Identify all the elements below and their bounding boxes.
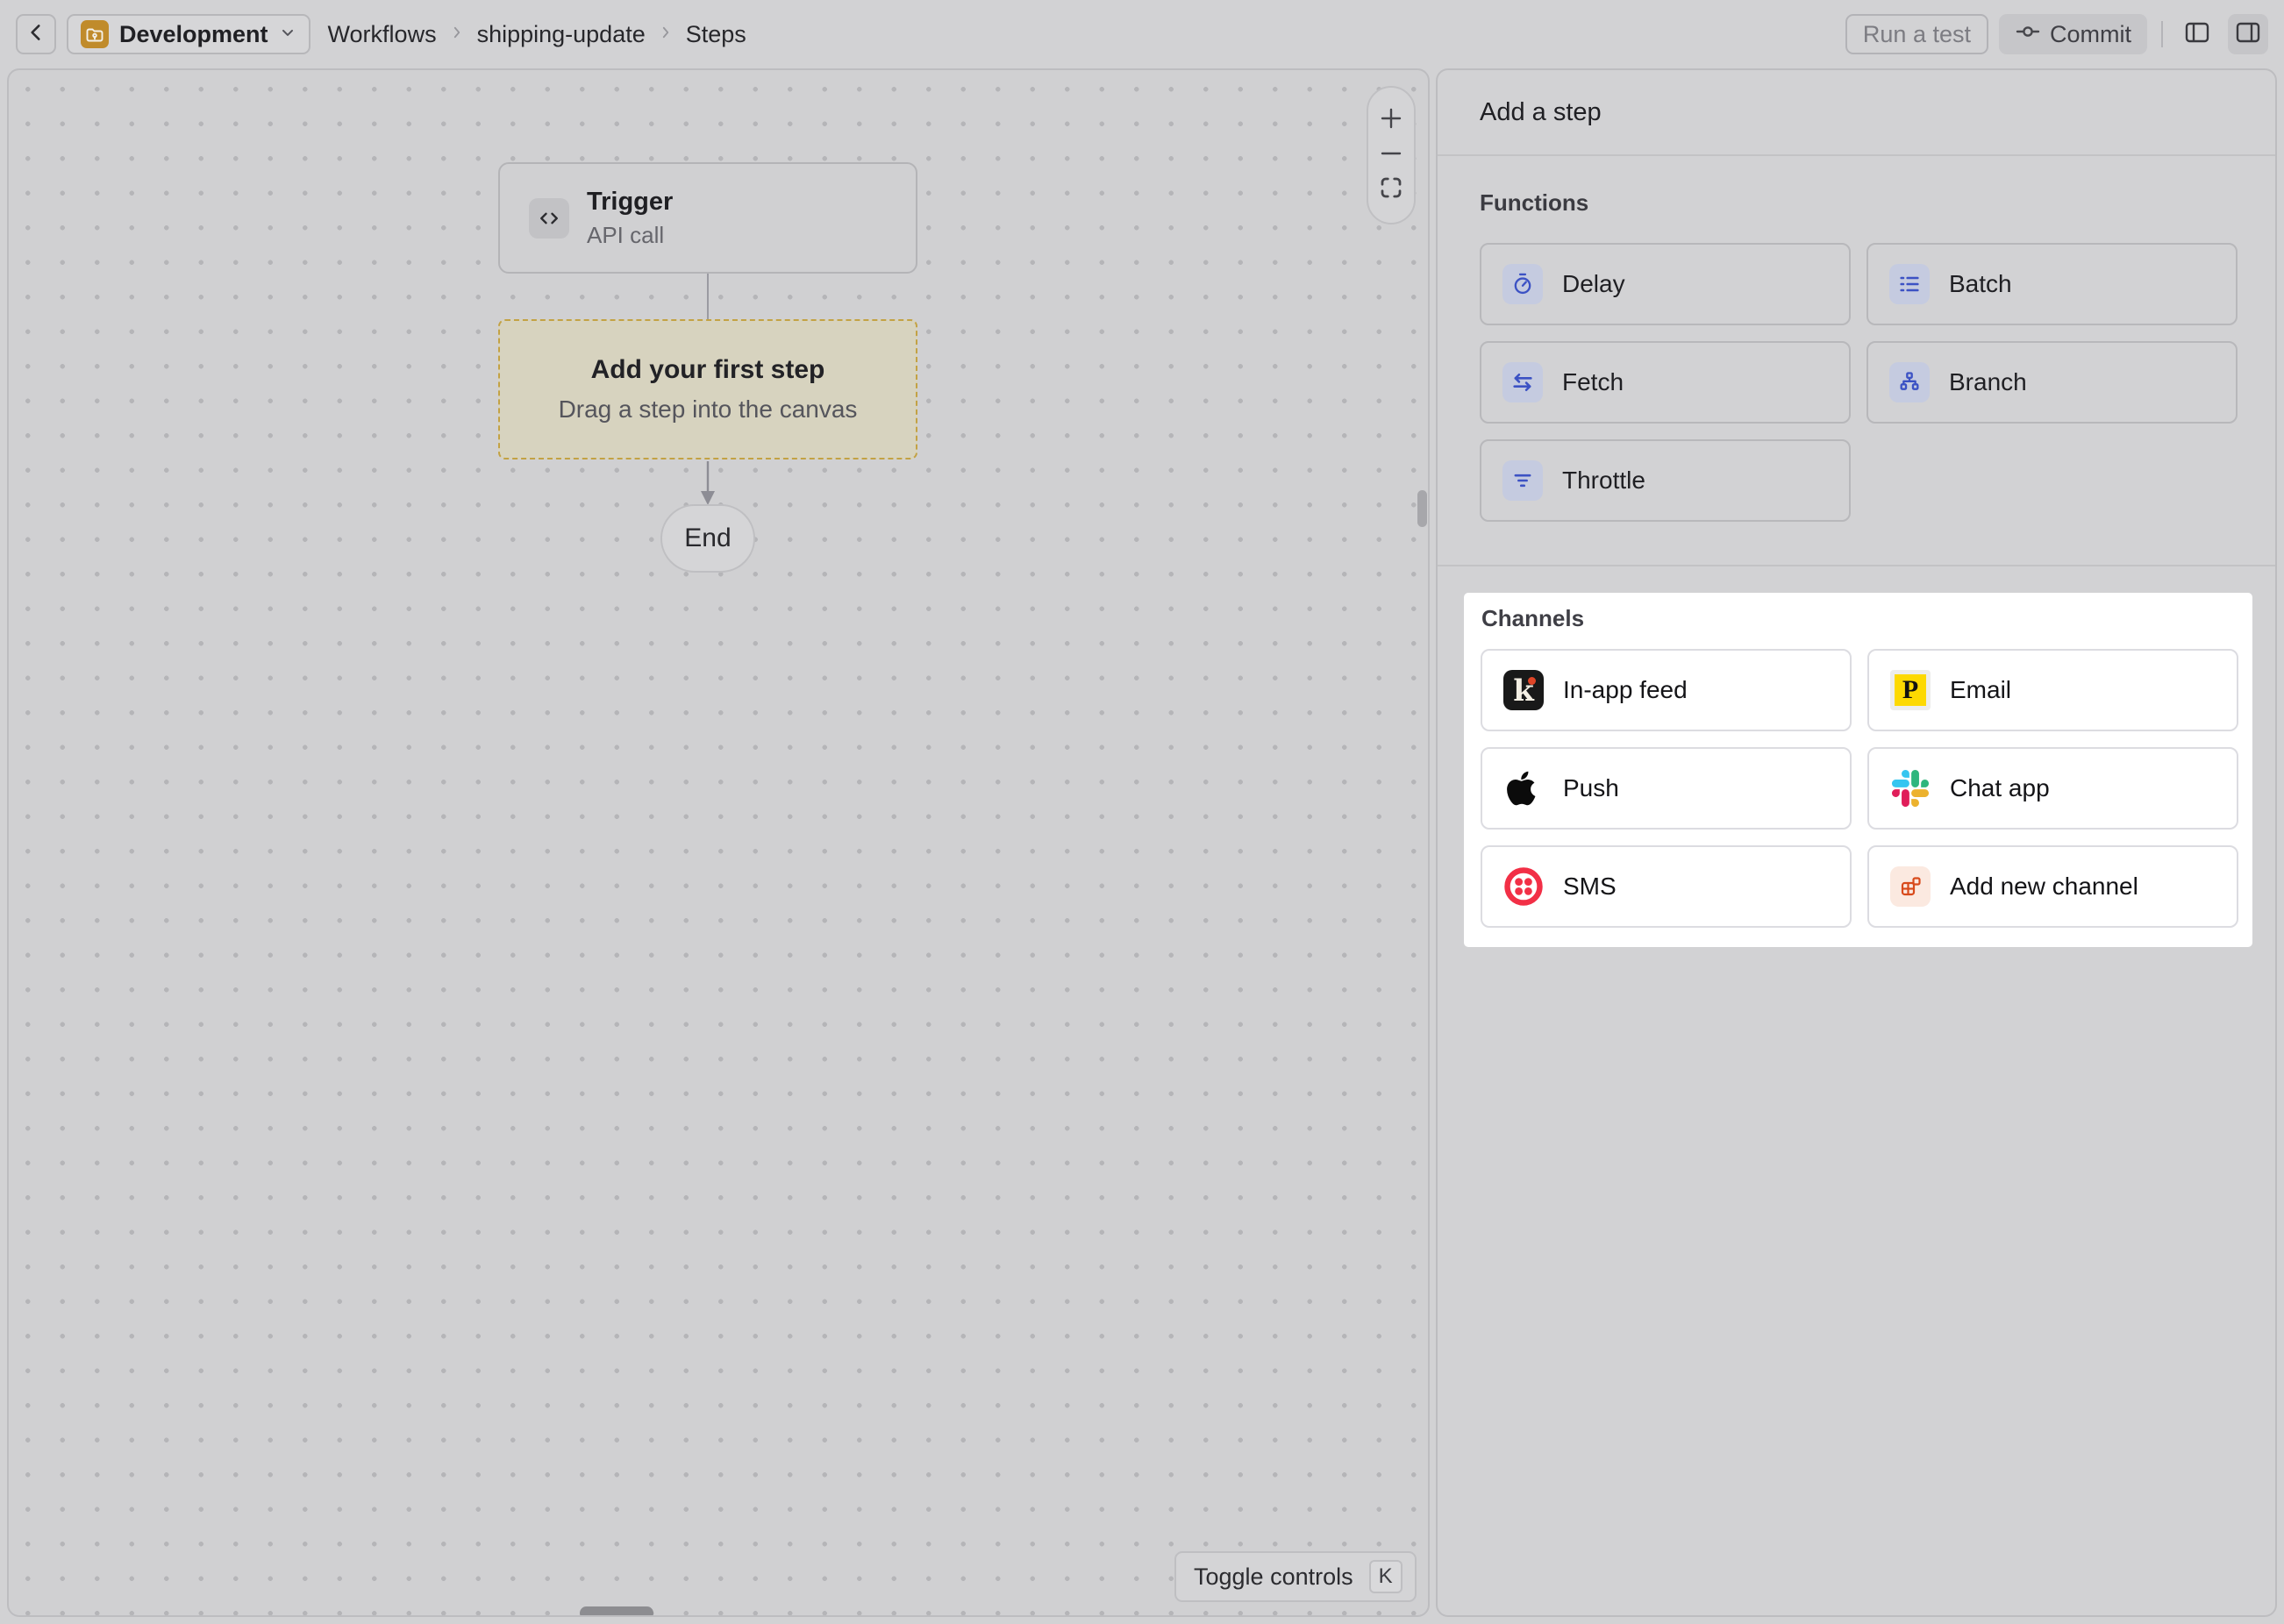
- run-a-test-label: Run a test: [1863, 21, 1971, 48]
- keyboard-shortcut-badge: K: [1369, 1560, 1403, 1593]
- branch-tree-icon: [1889, 362, 1930, 402]
- channels-section-label: Channels: [1481, 605, 1584, 632]
- back-button[interactable]: [16, 14, 56, 54]
- vertical-scrollbar-thumb[interactable]: [1417, 490, 1427, 527]
- connector-arrow: [694, 461, 722, 507]
- panel-left-icon: [2182, 18, 2212, 52]
- function-card-delay[interactable]: Delay: [1480, 243, 1851, 325]
- environment-folder-icon: [81, 20, 109, 48]
- channel-card-label: Push: [1563, 774, 1619, 802]
- function-card-label: Batch: [1949, 270, 2012, 298]
- channel-card-label: SMS: [1563, 873, 1617, 901]
- trigger-node-subtitle: API call: [587, 222, 673, 249]
- breadcrumb-workflow-name[interactable]: shipping-update: [477, 21, 646, 48]
- dropzone-subtitle: Drag a step into the canvas: [559, 395, 858, 424]
- function-card-label: Fetch: [1562, 368, 1624, 396]
- slack-logo-icon: [1890, 768, 1931, 808]
- trigger-node[interactable]: Trigger API call: [498, 162, 917, 274]
- knock-logo-icon: k: [1503, 670, 1544, 710]
- throttle-lines-icon: [1502, 460, 1543, 501]
- batch-list-icon: [1889, 264, 1930, 304]
- function-card-label: Throttle: [1562, 467, 1645, 495]
- connector-line: [707, 274, 709, 319]
- panel-right-icon: [2233, 18, 2263, 52]
- breadcrumb-steps[interactable]: Steps: [686, 21, 746, 48]
- breadcrumb-separator-icon: [658, 25, 674, 45]
- apple-logo-icon: [1503, 768, 1544, 808]
- git-commit-icon: [2015, 18, 2041, 51]
- channel-card-email[interactable]: P Email: [1867, 649, 2238, 731]
- add-step-panel: Add a step Functions Delay Batch Fetch: [1436, 68, 2277, 1617]
- toolbar-divider: [2161, 21, 2163, 47]
- delay-stopwatch-icon: [1502, 264, 1543, 304]
- channel-card-label: Email: [1950, 676, 2011, 704]
- end-node[interactable]: End: [660, 504, 755, 573]
- toggle-right-panel-button[interactable]: [2228, 14, 2268, 54]
- horizontal-scrollbar-thumb[interactable]: [580, 1606, 653, 1617]
- panel-title: Add a step: [1480, 98, 1602, 127]
- channel-card-push[interactable]: Push: [1481, 747, 1852, 830]
- channel-card-label: Chat app: [1950, 774, 2050, 802]
- chevron-left-icon: [25, 21, 47, 48]
- function-card-branch[interactable]: Branch: [1866, 341, 2238, 424]
- canvas-zoom-controls: [1367, 86, 1416, 224]
- channel-card-add-new[interactable]: Add new channel: [1867, 845, 2238, 928]
- function-card-label: Branch: [1949, 368, 2027, 396]
- fit-view-icon[interactable]: [1378, 175, 1404, 205]
- zoom-in-icon[interactable]: [1378, 105, 1404, 136]
- knock-dot: [1528, 677, 1536, 685]
- end-node-label: End: [684, 524, 731, 553]
- channels-grid: k In-app feed P Email: [1481, 649, 2238, 928]
- trigger-node-title: Trigger: [587, 188, 673, 217]
- top-bar: Development Workflows shipping-update St…: [0, 0, 2284, 68]
- add-first-step-dropzone[interactable]: Add your first step Drag a step into the…: [498, 319, 917, 459]
- code-icon: [529, 198, 569, 239]
- channel-card-label: Add new channel: [1950, 873, 2138, 901]
- section-divider: [1438, 565, 2275, 566]
- environment-label: Development: [119, 21, 268, 48]
- commit-button[interactable]: Commit: [1999, 14, 2147, 54]
- breadcrumb-separator-icon: [449, 25, 465, 45]
- postmark-logo-icon: P: [1890, 670, 1931, 710]
- toggle-left-panel-button[interactable]: [2177, 14, 2217, 54]
- breadcrumb: Workflows shipping-update Steps: [328, 21, 746, 48]
- run-a-test-button[interactable]: Run a test: [1845, 14, 1988, 54]
- functions-grid: Delay Batch Fetch Branch Throttle: [1480, 243, 2238, 522]
- twilio-logo-icon: [1503, 866, 1544, 907]
- breadcrumb-workflows[interactable]: Workflows: [328, 21, 437, 48]
- dropzone-title: Add your first step: [591, 355, 825, 385]
- channel-card-label: In-app feed: [1563, 676, 1688, 704]
- panel-header: Add a step: [1438, 70, 2275, 156]
- channel-card-in-app-feed[interactable]: k In-app feed: [1481, 649, 1852, 731]
- toggle-controls-button[interactable]: Toggle controls K: [1174, 1551, 1417, 1602]
- functions-section-label: Functions: [1480, 189, 1588, 217]
- commit-label: Commit: [2050, 21, 2131, 48]
- toggle-controls-label: Toggle controls: [1194, 1563, 1353, 1591]
- fetch-arrows-icon: [1502, 362, 1543, 402]
- add-channel-grid-icon: [1890, 866, 1931, 907]
- function-card-fetch[interactable]: Fetch: [1480, 341, 1851, 424]
- environment-selector[interactable]: Development: [67, 14, 310, 54]
- channel-card-chat-app[interactable]: Chat app: [1867, 747, 2238, 830]
- chevron-down-icon: [279, 24, 296, 46]
- function-card-batch[interactable]: Batch: [1866, 243, 2238, 325]
- postmark-letter: P: [1902, 675, 1918, 705]
- channel-card-sms[interactable]: SMS: [1481, 845, 1852, 928]
- zoom-out-icon[interactable]: [1378, 140, 1404, 171]
- function-card-label: Delay: [1562, 270, 1625, 298]
- workflow-canvas[interactable]: Trigger API call Add your first step Dra…: [7, 68, 1430, 1617]
- channels-spotlight-section: Channels k In-app feed P: [1464, 593, 2252, 947]
- function-card-throttle[interactable]: Throttle: [1480, 439, 1851, 522]
